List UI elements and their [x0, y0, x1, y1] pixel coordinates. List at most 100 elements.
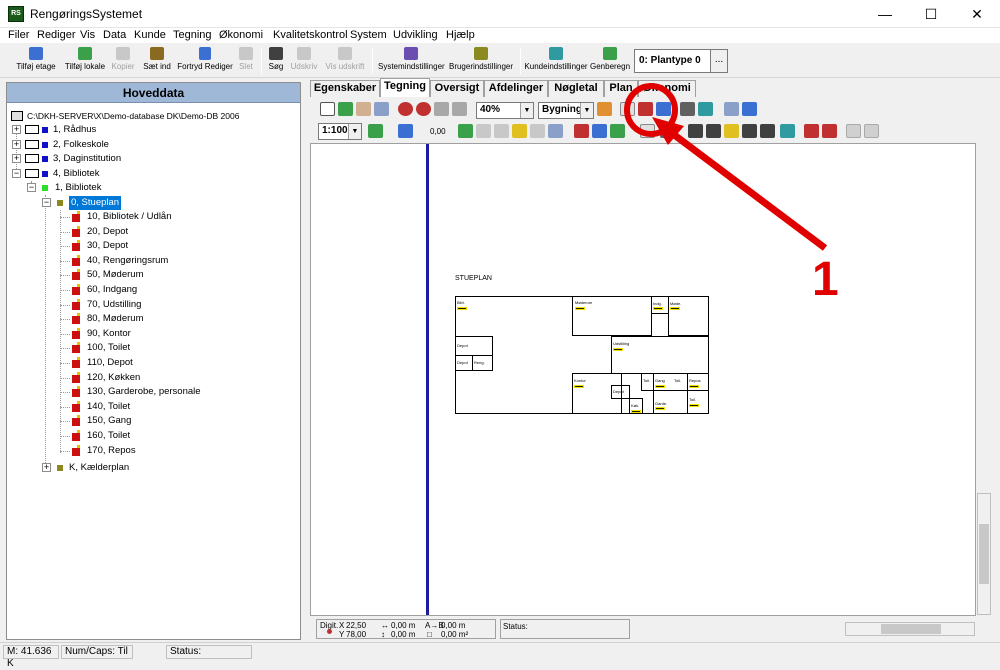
add-room-button[interactable]: Tilføj lokale — [62, 46, 108, 76]
tab-plan[interactable]: Plan — [604, 80, 638, 97]
tree-room[interactable]: 130, Garderobe, personale — [56, 385, 286, 399]
zoom-select[interactable]: 40% ▼ — [476, 102, 534, 119]
expand-icon[interactable]: + — [12, 140, 21, 149]
plantype-field[interactable]: 0: Plantype 0 — [634, 49, 711, 73]
flag-icon[interactable] — [760, 124, 775, 138]
tab-oversigt[interactable]: Oversigt — [430, 80, 484, 97]
tree-building[interactable]: − 4, Bibliotek — [11, 167, 211, 181]
node-add-icon[interactable] — [512, 124, 527, 138]
vertical-scrollbar[interactable] — [977, 493, 991, 615]
plan-import-icon[interactable] — [656, 102, 671, 116]
zoom-out-icon[interactable] — [416, 102, 431, 116]
help-icon[interactable] — [742, 102, 757, 116]
room-toilet-3[interactable] — [687, 390, 709, 414]
chart-icon[interactable] — [574, 124, 589, 138]
floor-plan[interactable]: Bibl. Møderum Indg. Møde. Depot Udstilli… — [455, 296, 709, 414]
hand-pan-icon[interactable] — [356, 102, 371, 116]
copy-button[interactable]: Kopier — [110, 46, 136, 76]
menu-filer[interactable]: Filer — [8, 29, 29, 41]
tab-tegning[interactable]: Tegning — [380, 78, 430, 97]
collapse-icon[interactable]: − — [42, 198, 51, 207]
calendar-icon[interactable] — [597, 102, 612, 116]
menu-kunde[interactable]: Kunde — [134, 29, 166, 41]
zoom-prev-icon[interactable] — [434, 102, 449, 116]
tree-room[interactable]: 140, Toilet — [56, 400, 286, 414]
scroll-thumb[interactable] — [881, 624, 941, 634]
scroll-thumb[interactable] — [979, 524, 989, 584]
draw-icon[interactable] — [338, 102, 353, 116]
tree-room[interactable]: 70, Udstilling — [56, 298, 286, 312]
menu-system[interactable]: System — [350, 29, 387, 41]
tab-oekonomi[interactable]: Økonomi — [638, 80, 696, 97]
eye-2-icon[interactable] — [706, 124, 721, 138]
recalculate-button[interactable]: Genberegn — [590, 46, 630, 76]
copy-icon[interactable] — [548, 124, 563, 138]
tree-room[interactable]: 30, Depot — [56, 239, 286, 253]
line-type-icon[interactable] — [368, 124, 383, 138]
frame-icon[interactable] — [846, 124, 861, 138]
menu-udvikling[interactable]: Udvikling — [393, 29, 438, 41]
tree-root[interactable]: C:\DKH-SERVER\X\Demo-database DK\Demo-DB… — [11, 109, 296, 123]
tree-room[interactable]: 110, Depot — [56, 356, 286, 370]
scale-select[interactable]: 1:100 ▼ — [318, 123, 362, 140]
tree-building[interactable]: + 1, Rådhus — [11, 123, 211, 137]
print-button[interactable]: Udskriv — [288, 46, 320, 76]
pointer-icon[interactable] — [320, 102, 335, 116]
line-width-icon[interactable] — [398, 124, 413, 138]
tree-room[interactable]: 120, Køkken — [56, 371, 286, 385]
zoom-window-icon[interactable] — [374, 102, 389, 116]
tree-room[interactable]: 80, Møderum — [56, 312, 286, 326]
collapse-icon[interactable]: − — [27, 183, 36, 192]
tree-building[interactable]: + 2, Folkeskole — [11, 138, 211, 152]
grid-icon[interactable] — [640, 124, 655, 138]
maximize-button[interactable]: ☐ — [908, 0, 954, 28]
tree-room[interactable]: 20, Depot — [56, 225, 286, 239]
checklist-icon[interactable] — [610, 124, 625, 138]
tree-room[interactable]: 90, Kontor — [56, 327, 286, 341]
system-settings-button[interactable]: Systemindstillinger — [378, 46, 445, 76]
user-settings-button[interactable]: Brugerindstillinger — [448, 46, 514, 76]
color-2-icon[interactable] — [822, 124, 837, 138]
undo-edit-button[interactable]: Fortryd Rediger — [176, 46, 234, 76]
tab-afdelinger[interactable]: Afdelinger — [484, 80, 548, 97]
tree-room[interactable]: 100, Toilet — [56, 341, 286, 355]
building-select[interactable]: Bygning ▼ — [538, 102, 594, 119]
tree-room[interactable]: 50, Møderum — [56, 268, 286, 282]
tree-sub-building[interactable]: − 1, Bibliotek — [26, 181, 226, 195]
vis-1-icon[interactable] — [660, 124, 675, 138]
search-button[interactable]: Søg — [266, 46, 286, 76]
paste-button[interactable]: Sæt ind — [140, 46, 174, 76]
menu-vis[interactable]: Vis — [80, 29, 95, 41]
stamp-icon[interactable] — [742, 124, 757, 138]
print-preview-button[interactable]: Vis udskrift — [324, 46, 366, 76]
arrow-icon[interactable] — [620, 102, 635, 116]
layers-icon[interactable] — [680, 102, 695, 116]
delete-x-icon[interactable] — [530, 124, 545, 138]
tree-floor[interactable]: − 0, Stueplan — [41, 196, 241, 210]
tree-room[interactable]: 170, Repos — [56, 444, 286, 458]
expand-icon[interactable]: + — [12, 125, 21, 134]
menu-tegning[interactable]: Tegning — [173, 29, 212, 41]
horizontal-scrollbar[interactable] — [845, 622, 975, 636]
room-bibl[interactable] — [455, 296, 573, 336]
tab-noegletal[interactable]: Nøgletal — [548, 80, 604, 97]
menu-hjaelp[interactable]: Hjælp — [446, 29, 475, 41]
layer-icon[interactable] — [780, 124, 795, 138]
expand-icon[interactable]: + — [42, 463, 51, 472]
plan-export-icon[interactable] — [638, 102, 653, 116]
menu-rediger[interactable]: Rediger — [37, 29, 76, 41]
monitor-icon[interactable] — [698, 102, 713, 116]
menu-kvalitetskontrol[interactable]: Kvalitetskontrol — [273, 29, 348, 41]
node-select-icon[interactable] — [458, 124, 473, 138]
tab-egenskaber[interactable]: Egenskaber — [310, 80, 380, 97]
book-icon[interactable] — [724, 102, 739, 116]
delete-button[interactable]: Slet — [236, 46, 256, 76]
tree-room[interactable]: 40, Rengøringsrum — [56, 254, 286, 268]
label-icon[interactable] — [724, 124, 739, 138]
node-move-icon[interactable] — [476, 124, 491, 138]
drawing-canvas[interactable]: STUEPLAN Bibl. Møderum Indg. Møde. Depot… — [310, 143, 976, 616]
collapse-icon[interactable]: − — [12, 169, 21, 178]
pencil-icon[interactable] — [494, 124, 509, 138]
tree-room[interactable]: 60, Indgang — [56, 283, 286, 297]
color-icon[interactable] — [804, 124, 819, 138]
